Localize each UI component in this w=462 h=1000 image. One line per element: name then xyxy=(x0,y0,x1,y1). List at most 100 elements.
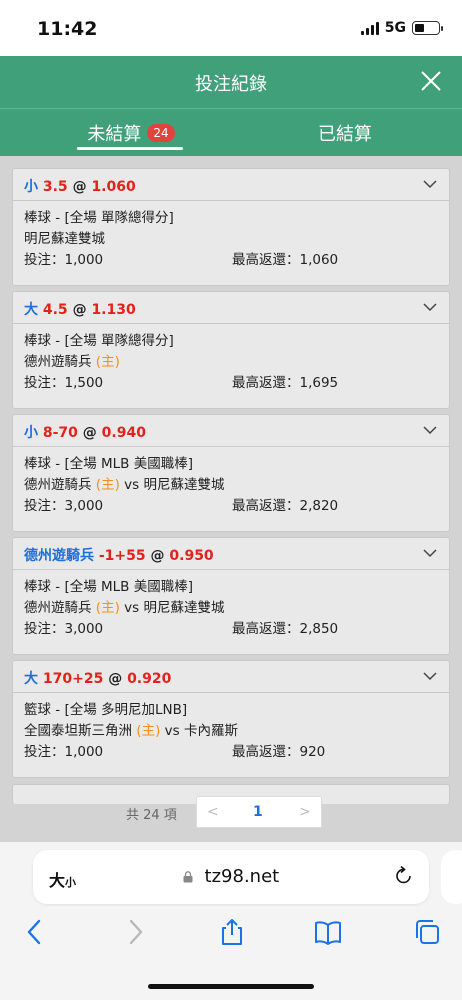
bet-card[interactable]: 小 3.5 @ 1.060 棒球 - [全場 單隊總得分] 明尼蘇達雙城 投注：… xyxy=(12,168,450,286)
bet-stake: 投注：3,000 xyxy=(24,498,104,514)
bet-amount-row: 投注：1,000 最高返還：920 xyxy=(24,742,438,764)
bet-at: @ xyxy=(82,425,97,441)
bet-team1: 德州遊騎兵 xyxy=(24,600,92,616)
tab-unsettled-label: 未結算 xyxy=(87,124,142,145)
bet-card[interactable]: 小 8-70 @ 0.940 棒球 - [全場 MLB 美國職棒] 德州遊騎兵 … xyxy=(12,414,450,532)
tab-bar: 未結算 24 已結算 xyxy=(0,108,462,156)
bet-team2: 卡內羅斯 xyxy=(183,723,238,739)
status-indicators: 5G xyxy=(360,20,443,36)
header-bar: 投注紀錄 xyxy=(0,56,462,108)
chevron-down-icon[interactable] xyxy=(423,179,437,189)
unsettled-count-badge: 24 xyxy=(147,124,175,142)
bet-teams: 全國泰坦斯三角洲 (主) vs 卡內羅斯 xyxy=(24,721,438,742)
bet-stake: 投注：3,000 xyxy=(24,621,104,637)
bet-card-header[interactable]: 大 170+25 @ 0.920 xyxy=(13,661,449,693)
bet-card[interactable]: 大 170+25 @ 0.920 籃球 - [全場 多明尼加LNB] 全國泰坦斯… xyxy=(12,660,450,778)
book-icon[interactable] xyxy=(313,917,343,947)
bet-vs: vs xyxy=(124,477,140,493)
address-bar[interactable]: 大小 tz98.net xyxy=(33,850,429,904)
lock-icon xyxy=(183,871,193,883)
bet-amount-row: 投注：1,000 最高返還：1,060 xyxy=(24,250,438,272)
bet-vs: vs xyxy=(164,723,180,739)
chevron-down-icon[interactable] xyxy=(423,671,437,681)
chevron-down-icon[interactable] xyxy=(423,548,437,558)
bet-max-return: 最高返還：1,060 xyxy=(232,252,339,268)
bet-team2: 明尼蘇達雙城 xyxy=(143,477,225,493)
bet-selection: 德州遊騎兵 xyxy=(24,548,94,564)
back-arrow-icon[interactable] xyxy=(20,917,50,947)
pagination-current-page[interactable]: 1 xyxy=(253,804,263,820)
bet-max-return: 最高返還：1,695 xyxy=(232,375,339,391)
bet-team2: 明尼蘇達雙城 xyxy=(143,600,225,616)
close-button[interactable] xyxy=(416,66,446,96)
bet-odds: 0.920 xyxy=(127,671,172,687)
bet-market: 棒球 - [全場 MLB 美國職棒] xyxy=(24,456,194,472)
bet-teams: 明尼蘇達雙城 xyxy=(24,229,438,250)
bet-team1: 德州遊騎兵 xyxy=(24,354,92,370)
pagination-total: 共 24 項 xyxy=(126,808,177,823)
share-icon[interactable] xyxy=(217,917,247,947)
battery-icon xyxy=(412,21,443,35)
bet-at: @ xyxy=(150,548,165,564)
bet-odds: 1.060 xyxy=(91,179,136,195)
bet-selection: 小 xyxy=(24,425,38,441)
bet-list[interactable]: 小 3.5 @ 1.060 棒球 - [全場 單隊總得分] 明尼蘇達雙城 投注：… xyxy=(0,156,462,842)
bet-line: 3.5 xyxy=(42,179,68,195)
bet-stake: 投注：1,000 xyxy=(24,252,104,268)
bet-market: 籃球 - [全場 多明尼加LNB] xyxy=(24,702,188,718)
forward-arrow-icon[interactable] xyxy=(120,917,150,947)
bet-card[interactable]: 德州遊騎兵 -1+55 @ 0.950 棒球 - [全場 MLB 美國職棒] 德… xyxy=(12,537,450,655)
chevron-down-icon[interactable] xyxy=(423,425,437,435)
bet-market: 棒球 - [全場 單隊總得分] xyxy=(24,333,174,349)
bet-line: 8-70 xyxy=(42,425,78,441)
bet-selection: 小 xyxy=(24,179,38,195)
network-type: 5G xyxy=(384,20,406,36)
bet-card-body: 棒球 - [全場 MLB 美國職棒] 德州遊騎兵 (主) vs 明尼蘇達雙城 投… xyxy=(13,447,449,518)
bet-selection: 大 xyxy=(24,302,38,318)
bet-line: 4.5 xyxy=(42,302,68,318)
signal-icon xyxy=(360,21,379,35)
home-tag: (主) xyxy=(136,723,161,739)
bet-market: 棒球 - [全場 MLB 美國職棒] xyxy=(24,579,194,595)
bet-at: @ xyxy=(72,179,87,195)
bet-market: 棒球 - [全場 單隊總得分] xyxy=(24,210,174,226)
bet-max-return: 最高返還：2,850 xyxy=(232,621,339,637)
bet-card-header[interactable]: 小 8-70 @ 0.940 xyxy=(13,415,449,447)
bet-card-body: 棒球 - [全場 單隊總得分] 明尼蘇達雙城 投注：1,000 最高返還：1,0… xyxy=(13,201,449,272)
chevron-down-icon[interactable] xyxy=(423,302,437,312)
bet-line: -1+55 xyxy=(98,548,146,564)
tabs-icon[interactable] xyxy=(412,917,442,947)
bet-team1: 德州遊騎兵 xyxy=(24,477,92,493)
home-tag: (主) xyxy=(95,600,120,616)
bet-card[interactable]: 大 4.5 @ 1.130 棒球 - [全場 單隊總得分] 德州遊騎兵 (主) … xyxy=(12,291,450,409)
bet-max-return: 最高返還：2,820 xyxy=(232,498,339,514)
pagination-control: < 1 > xyxy=(196,796,322,828)
status-time: 11:42 xyxy=(37,18,98,40)
bet-teams: 德州遊騎兵 (主) vs 明尼蘇達雙城 xyxy=(24,475,438,496)
bet-card-body: 棒球 - [全場 MLB 美國職棒] 德州遊騎兵 (主) vs 明尼蘇達雙城 投… xyxy=(13,570,449,641)
bet-card-body: 籃球 - [全場 多明尼加LNB] 全國泰坦斯三角洲 (主) vs 卡內羅斯 投… xyxy=(13,693,449,764)
bet-amount-row: 投注：3,000 最高返還：2,820 xyxy=(24,496,438,518)
next-tab-preview[interactable] xyxy=(441,850,462,904)
bet-card-header[interactable]: 德州遊騎兵 -1+55 @ 0.950 xyxy=(13,538,449,570)
bet-odds: 1.130 xyxy=(91,302,136,318)
bet-card-header[interactable]: 小 3.5 @ 1.060 xyxy=(13,169,449,201)
status-bar: 11:42 5G xyxy=(0,0,462,56)
bet-teams: 德州遊騎兵 (主) vs 明尼蘇達雙城 xyxy=(24,598,438,619)
home-indicator[interactable] xyxy=(148,984,314,989)
bet-card-body: 棒球 - [全場 單隊總得分] 德州遊騎兵 (主) 投注：1,500 最高返還：… xyxy=(13,324,449,395)
tab-settled-label: 已結算 xyxy=(318,124,372,145)
bet-odds: 0.950 xyxy=(169,548,214,564)
browser-chrome: 大小 tz98.net xyxy=(0,842,462,1000)
bet-card-header[interactable]: 大 4.5 @ 1.130 xyxy=(13,292,449,324)
reload-icon[interactable] xyxy=(393,864,415,888)
pagination-prev-button[interactable]: < xyxy=(207,804,219,820)
close-icon xyxy=(421,71,441,91)
bet-amount-row: 投注：1,500 最高返還：1,695 xyxy=(24,373,438,395)
bet-max-return: 最高返還：920 xyxy=(232,744,326,760)
bet-teams: 德州遊騎兵 (主) xyxy=(24,352,438,373)
pagination-next-button[interactable]: > xyxy=(299,804,311,820)
tab-settled[interactable]: 已結算 xyxy=(300,109,390,157)
url-display[interactable]: tz98.net xyxy=(33,866,429,887)
page-title: 投注紀錄 xyxy=(195,74,267,95)
